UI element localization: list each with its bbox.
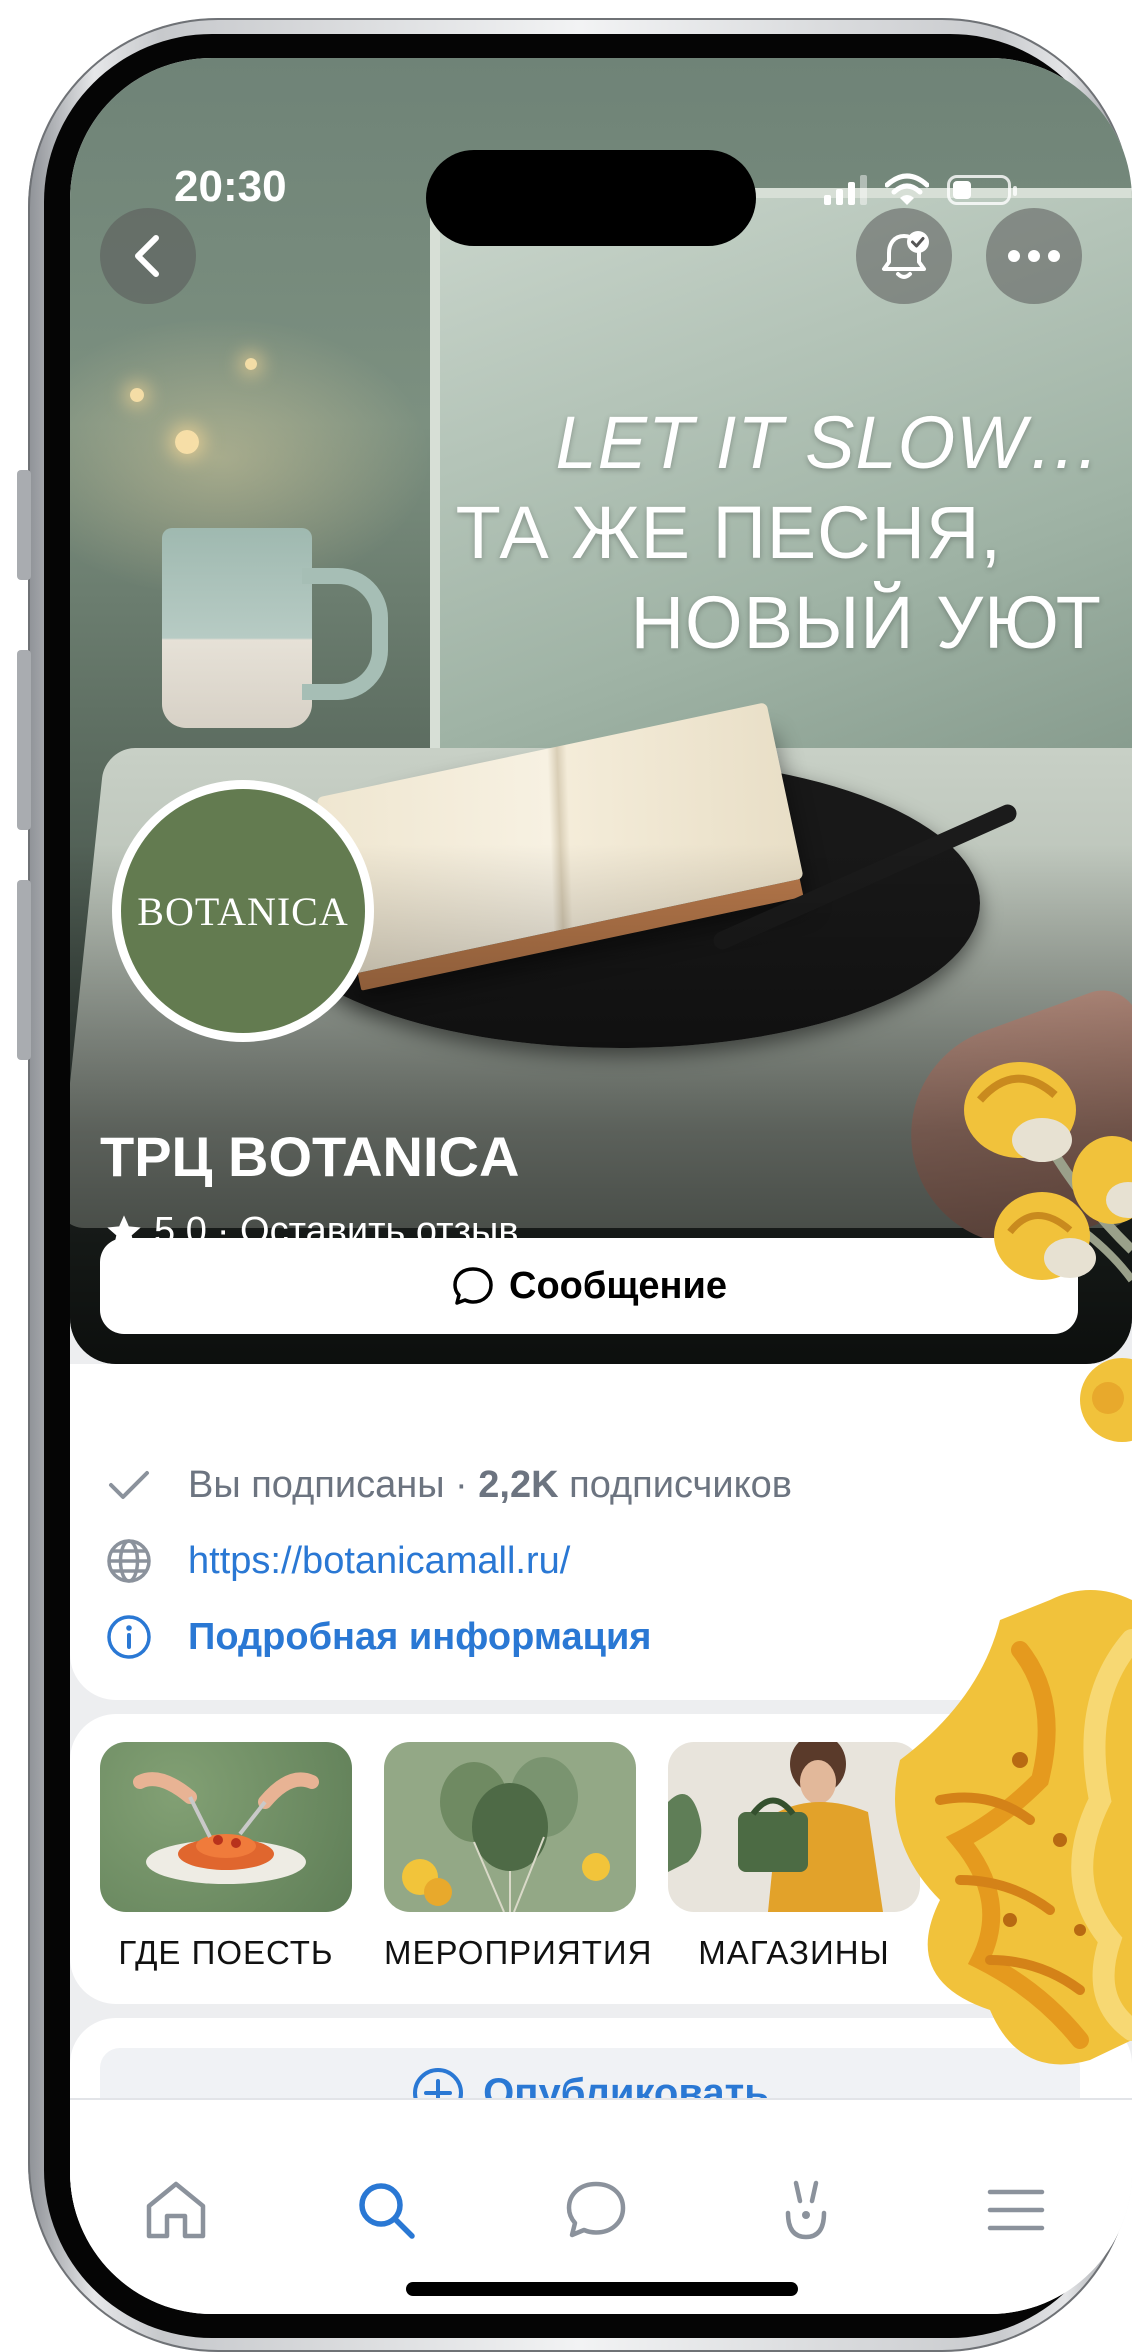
search-icon	[359, 2183, 415, 2239]
website-link[interactable]: https://botanicamall.ru/	[188, 1540, 570, 1583]
wifi-icon	[885, 173, 929, 205]
signal-icon	[824, 175, 867, 205]
menu-icon	[987, 2189, 1045, 2231]
message-bubble-icon	[453, 1267, 493, 1305]
tab-home[interactable]	[136, 2170, 216, 2250]
clips-icon	[785, 2180, 827, 2240]
status-time: 20:30	[174, 162, 287, 211]
info-icon	[104, 1612, 154, 1662]
cover-photo-shape	[245, 358, 257, 370]
tab-clips[interactable]	[766, 2170, 846, 2250]
tab-messages[interactable]	[556, 2170, 636, 2250]
category-image	[668, 1742, 920, 1912]
home-indicator	[406, 2282, 798, 2296]
side-button	[17, 650, 31, 830]
category-events[interactable]: МЕРОПРИЯТИЯ	[384, 1742, 653, 1972]
globe-icon	[104, 1536, 154, 1586]
message-button[interactable]: Сообщение	[100, 1238, 1078, 1334]
community-avatar[interactable]: BOTANICA	[112, 780, 374, 1042]
bottom-tab-bar	[70, 2098, 1132, 2314]
avatar-logo: BOTANICA	[121, 789, 365, 1033]
message-button-label: Сообщение	[509, 1264, 727, 1307]
website-row[interactable]: https://botanicamall.ru/	[104, 1536, 570, 1586]
pasta-plate-illustration	[133, 1772, 319, 1884]
side-button	[17, 470, 31, 580]
categories-card: ГДЕ ПОЕСТЬ МЕРОПРИЯТИЯ МАГАЗИНЫ	[70, 1714, 1132, 2004]
side-button	[17, 880, 31, 1060]
shopping-illustration	[668, 1742, 883, 1912]
details-row[interactable]: Подробная информация	[104, 1612, 651, 1662]
category-shops[interactable]: МАГАЗИНЫ	[668, 1742, 920, 1972]
more-button[interactable]	[986, 208, 1082, 304]
chevron-left-icon	[135, 235, 159, 277]
bell-check-icon	[882, 231, 929, 279]
details-link[interactable]: Подробная информация	[188, 1616, 651, 1659]
screen: LET IT SLOW… ТА ЖЕ ПЕСНЯ, НОВЫЙ УЮТ BOTA…	[70, 58, 1132, 2314]
messages-icon	[566, 2181, 626, 2238]
cover-headline-line: НОВЫЙ УЮТ	[630, 581, 1102, 664]
tab-search[interactable]	[346, 2170, 426, 2250]
cover-headline-line: ТА ЖЕ ПЕСНЯ,	[455, 491, 1002, 574]
category-food[interactable]: ГДЕ ПОЕСТЬ	[100, 1742, 352, 1972]
balloons-illustration	[402, 1757, 610, 1912]
category-image	[100, 1742, 352, 1912]
notifications-button[interactable]	[856, 208, 952, 304]
category-label: МАГАЗИНЫ	[698, 1934, 890, 1971]
cover-photo-shape	[175, 430, 199, 454]
battery-icon	[947, 175, 1017, 205]
home-icon	[146, 2181, 206, 2239]
followers-count: 2,2K	[478, 1463, 559, 1506]
page-title: ТРЦ BOTANICA	[100, 1125, 520, 1188]
subscription-row[interactable]: Вы подписаны · 2,2K подписчиков	[104, 1460, 792, 1510]
back-button[interactable]	[100, 208, 196, 304]
more-dots-icon	[1008, 250, 1060, 262]
cover-photo-shape	[130, 388, 144, 402]
info-card: Вы подписаны · 2,2K подписчиков https://…	[70, 1364, 1132, 1700]
cover-image: LET IT SLOW… ТА ЖЕ ПЕСНЯ, НОВЫЙ УЮТ BOTA…	[70, 58, 1132, 1364]
cover-photo-shape	[162, 528, 312, 728]
subscribed-status: Вы подписаны ·	[188, 1463, 468, 1506]
tab-menu[interactable]	[976, 2170, 1056, 2250]
category-label: МЕРОПРИЯТИЯ	[384, 1934, 653, 1971]
category-label: ГДЕ ПОЕСТЬ	[118, 1934, 334, 1971]
dynamic-island	[426, 150, 756, 246]
cover-headline-line: LET IT SLOW…	[555, 401, 1102, 484]
check-icon	[104, 1460, 154, 1510]
followers-label: подписчиков	[569, 1463, 792, 1506]
cover-photo-shape	[302, 568, 388, 700]
category-image	[384, 1742, 636, 1912]
status-icons	[824, 170, 1017, 210]
cover-headline: LET IT SLOW… ТА ЖЕ ПЕСНЯ, НОВЫЙ УЮТ	[456, 398, 1102, 668]
